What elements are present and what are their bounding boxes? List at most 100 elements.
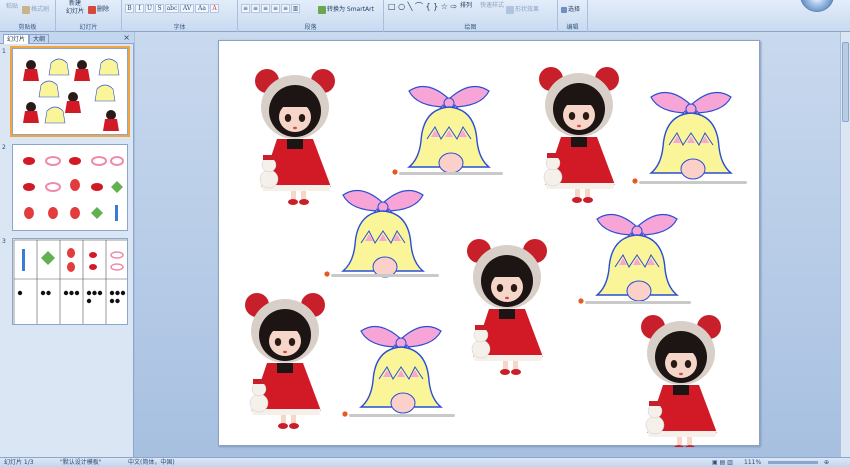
thumb3-kite — [41, 251, 55, 265]
view-buttons[interactable]: ▣ ▤ ▥ — [712, 458, 733, 467]
arrange-button[interactable]: 排列 — [460, 0, 472, 9]
counting-dot — [92, 290, 97, 296]
doll-image[interactable] — [640, 314, 722, 452]
thumb3-pencil — [22, 249, 25, 271]
strikethrough-button[interactable]: S — [155, 4, 164, 13]
format-painter-button[interactable]: 格式刷 — [22, 4, 49, 14]
shadow-button[interactable]: abc — [165, 4, 179, 13]
counting-dot — [86, 290, 92, 296]
thumb2-pencil — [115, 205, 118, 221]
pane-tabs: 幻灯片 大纲 × — [0, 32, 134, 44]
bell-image[interactable] — [408, 85, 490, 174]
close-icon[interactable]: × — [123, 33, 130, 42]
paste-button[interactable]: 粘贴 — [6, 1, 18, 10]
slide-counter: 幻灯片 1/3 — [4, 459, 34, 466]
brush-icon — [22, 5, 30, 14]
slides-group-label: 幻灯片 — [79, 24, 98, 31]
slide-artwork — [244, 66, 747, 452]
new-slide-button[interactable]: 新建 幻灯片 — [66, 0, 84, 16]
slide-number-2: 2 — [2, 144, 6, 151]
doll-image[interactable] — [466, 238, 548, 376]
effects-icon — [506, 5, 514, 14]
counting-dot — [46, 290, 51, 296]
slide-thumbnail-2[interactable] — [12, 144, 128, 231]
thumb3-dots — [17, 290, 126, 304]
zoom-slider[interactable] — [768, 461, 818, 464]
thumb3-balloon-2 — [67, 262, 75, 272]
thumb3-balloon — [67, 248, 75, 258]
doll-image[interactable] — [538, 66, 620, 204]
slides-group: 新建 幻灯片 删除 幻灯片 — [56, 0, 122, 32]
tab-outline[interactable]: 大纲 — [29, 34, 50, 44]
thumb3-bracelet-2 — [110, 263, 124, 271]
quick-styles-button[interactable]: 快速样式 — [480, 0, 504, 9]
bell-image[interactable] — [360, 325, 442, 414]
bell-image[interactable] — [650, 91, 732, 180]
paragraph-format-bar: ≡ ≡ ≡ ≡ ≡ ▥ — [241, 4, 300, 14]
underline-button[interactable]: U — [145, 4, 154, 13]
delete-icon — [88, 5, 96, 14]
align-left-icon[interactable]: ≡ — [241, 4, 250, 13]
clipboard-group: 粘贴 格式刷 剪贴板 — [0, 0, 56, 32]
justify-icon[interactable]: ≡ — [271, 4, 280, 13]
scrollbar-thumb[interactable] — [842, 42, 849, 122]
counting-dot — [109, 298, 115, 304]
theme-name[interactable]: "默认设计模板" — [60, 458, 102, 467]
italic-button[interactable]: I — [135, 4, 144, 13]
office-button-icon[interactable] — [800, 0, 834, 12]
fit-slide-icon[interactable]: ⊕ — [824, 458, 829, 467]
align-center-icon[interactable]: ≡ — [251, 4, 260, 13]
slide-canvas[interactable] — [218, 40, 760, 452]
distribute-icon[interactable]: ≡ — [281, 4, 290, 13]
counting-dot — [74, 290, 80, 296]
tab-slides[interactable]: 幻灯片 — [3, 34, 30, 44]
paragraph-group-label: 段落 — [304, 24, 317, 31]
counting-dot — [40, 290, 46, 296]
slide-thumbnail-3[interactable] — [12, 238, 128, 325]
drawing-group: □ ○ ╲ ⌒ { } ☆ ⇨ 排列 快速样式 形状效果 绘图 — [384, 0, 558, 32]
doll-image[interactable] — [254, 68, 336, 206]
thumb3-ladybug — [89, 252, 97, 258]
select-button[interactable]: 选择 — [561, 4, 580, 13]
counting-dot — [63, 290, 69, 296]
delete-slide-button[interactable]: 删除 — [88, 4, 109, 14]
counting-dot — [115, 290, 120, 296]
thumb2-preview — [23, 156, 124, 221]
doll-image[interactable] — [244, 292, 326, 430]
drawing-group-label: 绘图 — [464, 24, 477, 31]
counting-dot — [97, 290, 103, 296]
font-color-button[interactable]: A — [210, 4, 219, 13]
font-group-label: 字体 — [173, 24, 186, 31]
counting-dot — [86, 298, 92, 304]
paragraph-group: ≡ ≡ ≡ ≡ ≡ ▥ 转换为 SmartArt 段落 — [238, 0, 384, 32]
editing-group-label: 编辑 — [566, 24, 579, 31]
language-indicator[interactable]: 中文(简体，中国) — [128, 458, 175, 467]
bell-image[interactable] — [596, 213, 678, 302]
vertical-scrollbar[interactable] — [840, 32, 850, 457]
align-right-icon[interactable]: ≡ — [261, 4, 270, 13]
counting-dot — [109, 290, 115, 296]
counting-dot — [120, 290, 126, 296]
slide-editing-area — [135, 32, 850, 457]
char-spacing-button[interactable]: AV — [180, 4, 194, 13]
shapes-gallery[interactable]: □ ○ ╲ ⌒ { } ☆ ⇨ — [388, 1, 457, 12]
font-format-bar: B I U S abc AV Aa A — [125, 4, 219, 14]
convert-smartart-button[interactable]: 转换为 SmartArt — [318, 4, 374, 14]
thumb1-preview — [23, 58, 120, 131]
slides-pane: 幻灯片 大纲 × 1 2 3 — [0, 32, 134, 457]
shape-effects-button[interactable]: 形状效果 — [506, 4, 539, 14]
slide-number-1: 1 — [2, 48, 6, 55]
zoom-level[interactable]: 111% — [744, 458, 761, 467]
change-case-button[interactable]: Aa — [195, 4, 209, 13]
editing-group: 选择 编辑 — [558, 0, 588, 32]
slide-number-3: 3 — [2, 238, 6, 245]
bold-button[interactable]: B — [125, 4, 134, 13]
bell-image[interactable] — [342, 189, 424, 278]
thumb3-preview — [13, 239, 127, 324]
slide-thumbnail-1[interactable] — [10, 46, 130, 137]
thumb3-bracelet — [110, 251, 124, 259]
thumb2-bracelets — [45, 156, 124, 192]
columns-icon[interactable]: ▥ — [291, 4, 300, 13]
clipboard-group-label: 剪贴板 — [18, 24, 37, 31]
counting-dot — [17, 290, 23, 296]
